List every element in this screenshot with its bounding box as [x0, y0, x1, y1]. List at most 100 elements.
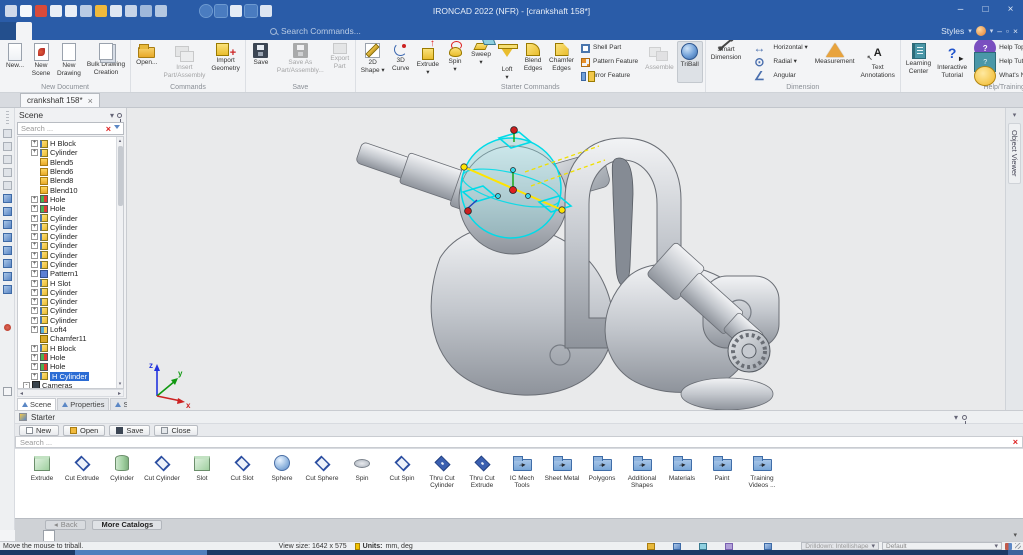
tree-item[interactable]: Blend6	[21, 167, 115, 176]
tree-item[interactable]: + Cylinder	[21, 316, 115, 325]
catalog-tab[interactable]	[225, 530, 235, 541]
catalog-tab[interactable]	[115, 530, 125, 541]
crankshaft-model[interactable]: z y x	[127, 108, 1005, 410]
tree-expander[interactable]: +	[31, 224, 38, 231]
catalog-tab[interactable]	[235, 530, 245, 541]
catalog-tab[interactable]	[145, 530, 155, 541]
tree-expander[interactable]: -	[23, 382, 30, 389]
tree-expander[interactable]: +	[31, 373, 38, 380]
tree-expander[interactable]: +	[31, 298, 38, 305]
ribbon-tab[interactable]	[64, 22, 80, 40]
ribbon-button[interactable]: Smart Dimension	[708, 41, 745, 83]
catalog-toolbar-button[interactable]: New	[19, 425, 59, 436]
triball-orient-handle[interactable]	[511, 127, 518, 134]
ribbon-button[interactable]: Blend Edges	[520, 41, 546, 83]
catalog-toolbar-button[interactable]: Open	[63, 425, 105, 436]
catalog-close-icon[interactable]: ×	[1013, 437, 1018, 447]
catalog-tab[interactable]	[105, 530, 115, 541]
catalog-item[interactable]: Cut Spin	[382, 452, 422, 482]
catalog-item[interactable]: Extrude	[22, 452, 62, 482]
catalog-item[interactable]: IC Mech Tools	[502, 452, 542, 489]
tree-item[interactable]: Chamfer11	[21, 334, 115, 343]
command-search[interactable]: Search Commands...	[270, 22, 361, 40]
catalog-tab[interactable]	[215, 530, 225, 541]
tree-item[interactable]: + Cylinder	[21, 297, 115, 306]
tree-expander[interactable]: +	[31, 215, 38, 222]
triball-axis-handle[interactable]	[461, 164, 467, 170]
ribbon-button[interactable]: ∠Angular	[744, 69, 811, 83]
tree-item[interactable]: + Hole	[21, 204, 115, 213]
tree-expander[interactable]: +	[31, 345, 38, 352]
tree-item[interactable]: + Cylinder	[21, 223, 115, 232]
catalog-tab[interactable]	[245, 530, 255, 541]
tree-expander[interactable]: +	[31, 270, 38, 277]
tree-expander[interactable]: +	[31, 242, 38, 249]
catalog-item[interactable]: Spin	[342, 452, 382, 482]
tree-item[interactable]: + Hole	[21, 195, 115, 204]
ribbon-tab[interactable]	[240, 22, 256, 40]
ribbon-button[interactable]: New Drawing	[54, 41, 84, 83]
ribbon-button[interactable]: New...	[2, 41, 28, 83]
catalog-item[interactable]: Thru Cut Cylinder	[422, 452, 462, 489]
connecting-pin[interactable]	[612, 158, 633, 286]
maximize-button[interactable]: □	[973, 0, 998, 22]
tree-item[interactable]: + H Block	[21, 344, 115, 353]
clear-search-icon[interactable]: ×	[106, 124, 111, 134]
tree-expander[interactable]: +	[31, 307, 38, 314]
ribbon-button[interactable]: Loft ▾	[494, 41, 520, 83]
panel-menu-caret-icon[interactable]: ▾	[110, 111, 114, 120]
tree-expander[interactable]: +	[31, 252, 38, 259]
anchor-icon[interactable]	[1005, 543, 1012, 550]
catalog-item[interactable]: Cut Cylinder	[142, 452, 182, 482]
catalog-toolbar-button[interactable]: Save	[109, 425, 150, 436]
tree-item[interactable]: - Cameras	[21, 381, 115, 389]
catalog-tab[interactable]	[255, 530, 265, 541]
tree-expander[interactable]: +	[31, 289, 38, 296]
tree-item[interactable]: + Cylinder	[21, 232, 115, 241]
style-select[interactable]: Default ▾	[882, 542, 1002, 550]
ribbon-tab[interactable]	[160, 22, 176, 40]
doc-restore-button[interactable]: ▫	[1006, 26, 1009, 36]
tree-expander[interactable]: +	[31, 363, 38, 370]
catalog-item[interactable]: Cut Extrude	[62, 452, 102, 482]
ribbon-button[interactable]: 2D Shape ▾	[358, 41, 388, 83]
tree-item[interactable]: + Cylinder	[21, 148, 115, 157]
tree-item[interactable]: + Cylinder	[21, 306, 115, 315]
minimize-button[interactable]: –	[948, 0, 973, 22]
catalog-item[interactable]: Additional Shapes	[622, 452, 662, 489]
catalog-tab[interactable]	[43, 530, 55, 541]
ribbon-button[interactable]: Insert Part/Assembly	[160, 41, 208, 83]
triball-center-handle[interactable]	[510, 187, 517, 194]
ribbon-button[interactable]: Bulk Drawing Creation	[84, 41, 128, 83]
document-tab[interactable]: crankshaft 158* ×	[20, 93, 100, 107]
doc-close-button[interactable]: ×	[1013, 26, 1018, 36]
close-button[interactable]: ×	[998, 0, 1023, 22]
tree-item[interactable]: Blend5	[21, 158, 115, 167]
tree-item[interactable]: + H Cylinder	[21, 371, 115, 380]
catalog-item[interactable]: Thru Cut Extrude	[462, 452, 502, 489]
more-catalogs-button[interactable]: More Catalogs	[92, 520, 162, 530]
account-caret-icon[interactable]: ▾	[990, 27, 994, 35]
styles-caret-icon[interactable]: ▾	[968, 27, 972, 35]
ribbon-button[interactable]: Open...	[133, 41, 160, 83]
ribbon-button[interactable]: Mirror Feature	[577, 69, 642, 83]
ribbon-button[interactable]: Measurement	[812, 41, 858, 83]
ribbon-tab[interactable]	[224, 22, 240, 40]
pin-icon[interactable]	[117, 113, 122, 118]
tree-vertical-scrollbar[interactable]: ▴▾	[116, 137, 123, 388]
ribbon-button[interactable]: Sweep ▾	[468, 41, 494, 83]
spline-shaft-end[interactable]	[728, 330, 770, 372]
tree-item[interactable]: Blend8	[21, 176, 115, 185]
triball-axis-handle[interactable]	[559, 207, 565, 213]
catalog-tab[interactable]	[175, 530, 185, 541]
tree-item[interactable]: + Pattern1	[21, 269, 115, 278]
tree-item[interactable]: + H Slot	[21, 278, 115, 287]
tree-expander[interactable]	[31, 159, 38, 166]
catalog-item[interactable]: Paint	[702, 452, 742, 482]
catalog-search-input[interactable]: Search ... ×	[15, 436, 1023, 448]
ribbon-button[interactable]: Import Geometry	[208, 41, 243, 83]
tree-item[interactable]: + Hole	[21, 362, 115, 371]
tree-expander[interactable]: +	[31, 140, 38, 147]
ribbon-tab[interactable]	[32, 22, 48, 40]
ribbon-tab[interactable]	[112, 22, 128, 40]
